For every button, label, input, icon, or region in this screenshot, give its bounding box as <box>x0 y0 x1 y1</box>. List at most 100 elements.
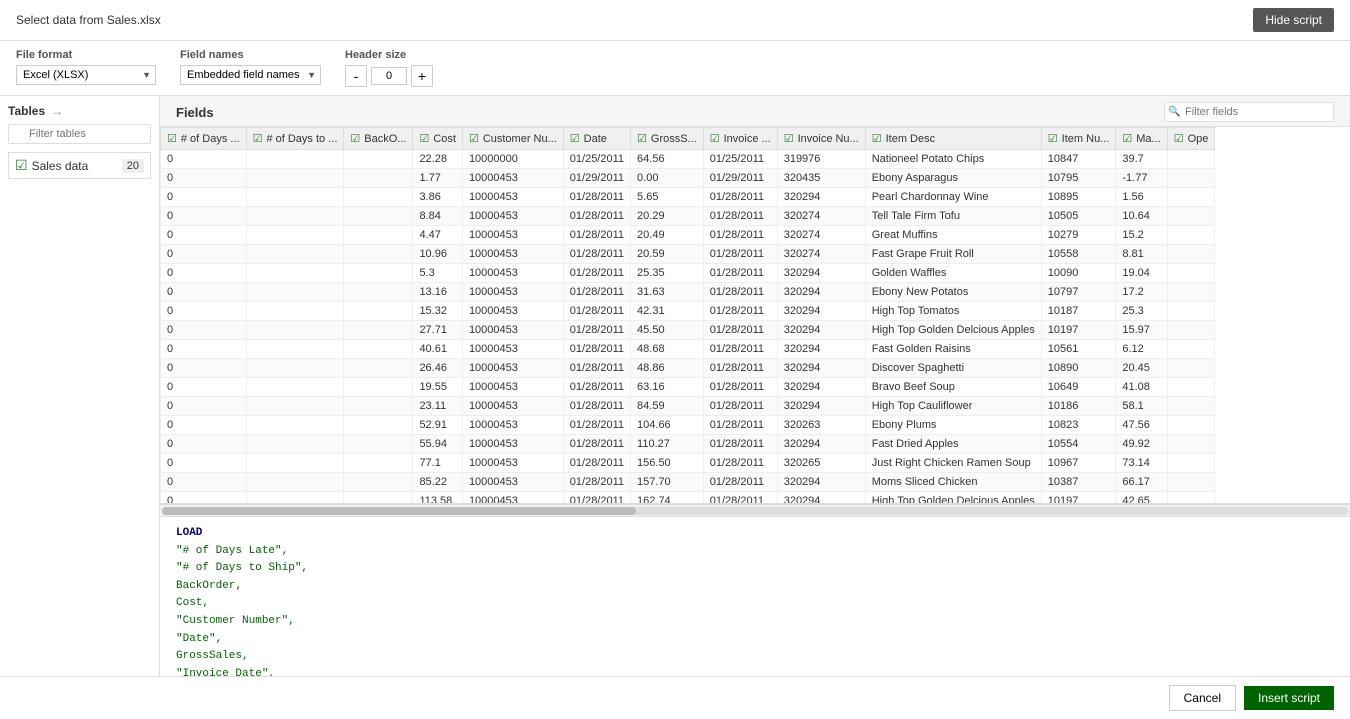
column-header[interactable]: ☑Ma... <box>1116 128 1167 150</box>
header-size-minus-button[interactable]: - <box>345 65 367 87</box>
column-header[interactable]: ☑Item Nu... <box>1041 128 1116 150</box>
insert-script-button[interactable]: Insert script <box>1244 686 1334 710</box>
table-cell: 01/28/2011 <box>563 397 630 416</box>
table-cell: 01/28/2011 <box>703 435 777 454</box>
col-checkbox[interactable]: ☑ <box>469 132 479 145</box>
cancel-button[interactable]: Cancel <box>1169 685 1236 711</box>
table-cell: 10000453 <box>462 454 563 473</box>
table-cell <box>1167 359 1215 378</box>
table-cell: 320294 <box>777 264 865 283</box>
data-table-container[interactable]: ☑# of Days ...☑# of Days to ...☑BackO...… <box>160 127 1350 504</box>
table-cell <box>344 283 413 302</box>
tables-label: Tables → <box>8 104 151 118</box>
table-cell <box>344 264 413 283</box>
table-cell: 84.59 <box>631 397 704 416</box>
col-checkbox[interactable]: ☑ <box>637 132 647 145</box>
scrollbar-thumb <box>162 507 636 515</box>
col-checkbox[interactable]: ☑ <box>710 132 720 145</box>
table-cell: 5.65 <box>631 188 704 207</box>
column-header[interactable]: ☑Cost <box>413 128 463 150</box>
column-header[interactable]: ☑Customer Nu... <box>462 128 563 150</box>
table-cell: 10847 <box>1041 150 1116 169</box>
table-cell <box>344 397 413 416</box>
col-label: Invoice Nu... <box>798 133 859 145</box>
table-cell: 23.11 <box>413 397 463 416</box>
column-header[interactable]: ☑# of Days to ... <box>246 128 344 150</box>
table-cell: 10197 <box>1041 321 1116 340</box>
table-cell: 15.32 <box>413 302 463 321</box>
column-header[interactable]: ☑GrossS... <box>631 128 704 150</box>
file-format-select[interactable]: Excel (XLSX) <box>16 65 156 85</box>
column-header[interactable]: ☑Ope <box>1167 128 1215 150</box>
table-cell: 01/28/2011 <box>563 454 630 473</box>
table-cell <box>344 321 413 340</box>
col-checkbox[interactable]: ☑ <box>253 132 263 145</box>
table-row: 022.281000000001/25/201164.5601/25/20113… <box>161 150 1215 169</box>
col-checkbox[interactable]: ☑ <box>1048 132 1058 145</box>
table-cell <box>246 150 344 169</box>
table-cell: 320294 <box>777 435 865 454</box>
table-cell <box>246 473 344 492</box>
table-cell: 01/28/2011 <box>703 416 777 435</box>
table-cell: 47.56 <box>1116 416 1167 435</box>
table-cell: Nationeel Potato Chips <box>865 150 1041 169</box>
table-cell: 6.12 <box>1116 340 1167 359</box>
col-checkbox[interactable]: ☑ <box>872 132 882 145</box>
table-row: 013.161000045301/28/201131.6301/28/20113… <box>161 283 1215 302</box>
table-cell: 27.71 <box>413 321 463 340</box>
table-cell: Moms Sliced Chicken <box>865 473 1041 492</box>
table-cell: 10558 <box>1041 245 1116 264</box>
table-cell: Ebony New Potatos <box>865 283 1041 302</box>
col-checkbox[interactable]: ☑ <box>1122 132 1132 145</box>
table-row: 085.221000045301/28/2011157.7001/28/2011… <box>161 473 1215 492</box>
col-checkbox[interactable]: ☑ <box>350 132 360 145</box>
column-header[interactable]: ☑ Date <box>563 128 630 150</box>
hide-script-button[interactable]: Hide script <box>1253 8 1334 32</box>
table-cell: 0 <box>161 283 247 302</box>
table-row: 026.461000045301/28/201148.8601/28/20113… <box>161 359 1215 378</box>
field-names-label: Field names <box>180 49 321 61</box>
table-cell <box>1167 245 1215 264</box>
table-cell <box>246 454 344 473</box>
header-size-input[interactable] <box>371 67 407 85</box>
options-bar: File format Excel (XLSX) Field names Emb… <box>0 41 1350 96</box>
table-cell: 0 <box>161 321 247 340</box>
table-cell: 01/28/2011 <box>563 473 630 492</box>
column-header[interactable]: ☑BackO... <box>344 128 413 150</box>
header-size-plus-button[interactable]: + <box>411 65 433 87</box>
table-cell: 19.55 <box>413 378 463 397</box>
filter-fields-input[interactable] <box>1164 102 1334 122</box>
column-header[interactable]: ☑Item Desc <box>865 128 1041 150</box>
col-checkbox[interactable]: ☑ <box>570 132 580 145</box>
table-row: 040.611000045301/28/201148.6801/28/20113… <box>161 340 1215 359</box>
table-cell <box>1167 264 1215 283</box>
sales-data-checkbox[interactable]: ☑ <box>15 157 28 174</box>
field-names-select[interactable]: Embedded field names <box>180 65 321 85</box>
table-cell: 10000453 <box>462 264 563 283</box>
table-cell: 0 <box>161 264 247 283</box>
col-checkbox[interactable]: ☑ <box>167 132 177 145</box>
column-header[interactable]: ☑Invoice ... <box>703 128 777 150</box>
filter-tables-input[interactable] <box>8 124 151 144</box>
col-checkbox[interactable]: ☑ <box>419 132 429 145</box>
table-cell: 156.50 <box>631 454 704 473</box>
col-checkbox[interactable]: ☑ <box>1174 132 1184 145</box>
col-label: Date <box>584 133 607 145</box>
sales-data-table-item[interactable]: ☑ Sales data 20 <box>8 152 151 179</box>
table-cell: 26.46 <box>413 359 463 378</box>
table-cell: 01/25/2011 <box>563 150 630 169</box>
table-cell: 01/28/2011 <box>563 245 630 264</box>
table-cell: 113.58 <box>413 492 463 505</box>
table-cell: 0 <box>161 207 247 226</box>
table-cell: -1.77 <box>1116 169 1167 188</box>
table-cell: 17.2 <box>1116 283 1167 302</box>
horizontal-scrollbar[interactable] <box>160 504 1350 516</box>
col-checkbox[interactable]: ☑ <box>784 132 794 145</box>
column-header[interactable]: ☑# of Days ... <box>161 128 247 150</box>
table-cell: 320294 <box>777 492 865 505</box>
script-line: GrossSales, <box>176 648 1334 666</box>
column-header[interactable]: ☑ Invoice Nu... <box>777 128 865 150</box>
table-cell: 01/28/2011 <box>703 492 777 505</box>
table-cell: 320294 <box>777 283 865 302</box>
table-cell <box>1167 378 1215 397</box>
